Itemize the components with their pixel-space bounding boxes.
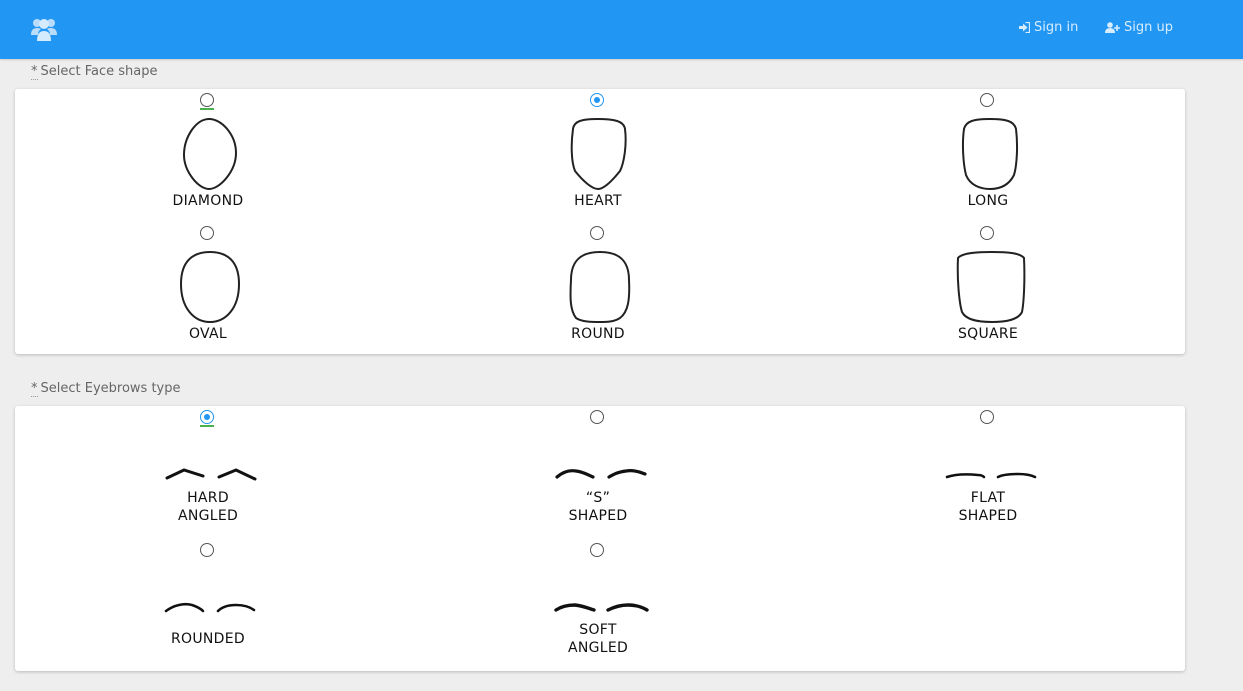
radio-heart[interactable]	[590, 93, 604, 107]
option-label-line1: ROUNDED	[171, 631, 245, 647]
option-label: DIAMOND	[172, 193, 244, 209]
face-option-long[interactable]: LONG	[888, 90, 1088, 210]
eyebrows-type-panel: HARD ANGLED “S” SHAPED FLAT SHAPED ROUND…	[15, 406, 1185, 671]
radio-round[interactable]	[590, 226, 604, 240]
option-label: LONG	[967, 193, 1009, 209]
eyebrow-option-hard-angled[interactable]: HARD ANGLED	[108, 407, 308, 527]
sign-in-icon	[1019, 22, 1030, 33]
option-label-line2: SHAPED	[958, 508, 1018, 524]
face-option-diamond[interactable]: DIAMOND	[108, 90, 308, 210]
square-face-icon	[956, 250, 1026, 324]
sign-in-label: Sign in	[1034, 20, 1079, 35]
option-label-line1: HARD	[187, 490, 229, 506]
eyebrow-option-s-shaped[interactable]: “S” SHAPED	[498, 407, 698, 527]
face-shape-panel: DIAMOND HEART LONG OVAL ROUND SQUARE	[15, 89, 1185, 354]
eyebrows-type-label: * Select Eyebrows type	[31, 381, 181, 397]
radio-s-shaped[interactable]	[590, 410, 604, 424]
face-shape-label: * Select Face shape	[31, 64, 158, 80]
user-plus-icon	[1105, 22, 1120, 33]
oval-face-icon	[179, 250, 241, 324]
sign-up-label: Sign up	[1124, 20, 1173, 35]
face-option-square[interactable]: SQUARE	[888, 223, 1088, 343]
radio-oval[interactable]	[200, 226, 214, 240]
required-mark: *	[31, 64, 38, 80]
sign-in-link[interactable]: Sign in	[1019, 20, 1078, 35]
option-label-line2: ANGLED	[567, 640, 629, 656]
option-label-line2: ANGLED	[177, 508, 239, 524]
eyebrow-option-rounded[interactable]: ROUNDED	[108, 540, 308, 660]
face-option-heart[interactable]: HEART	[498, 90, 698, 210]
radio-long[interactable]	[980, 93, 994, 107]
eyebrow-option-flat-shaped[interactable]: FLAT SHAPED	[888, 407, 1088, 527]
option-label: ROUND	[571, 326, 625, 342]
face-shape-label-text: Select Face shape	[40, 64, 158, 79]
radio-diamond[interactable]	[200, 93, 214, 110]
round-face-icon	[569, 250, 631, 323]
sign-up-link[interactable]: Sign up	[1105, 20, 1173, 35]
option-label-line1: “S”	[585, 490, 611, 506]
heart-face-icon	[570, 117, 627, 191]
radio-soft-angled[interactable]	[590, 543, 604, 557]
top-navbar: Sign in Sign up	[0, 0, 1243, 59]
eyebrows-type-label-text: Select Eyebrows type	[40, 381, 181, 396]
users-icon[interactable]	[30, 16, 58, 42]
eyebrow-option-soft-angled[interactable]: SOFT ANGLED	[498, 540, 698, 660]
radio-rounded[interactable]	[200, 543, 214, 557]
long-face-icon	[961, 117, 1019, 191]
option-label-line2: SHAPED	[568, 508, 628, 524]
radio-square[interactable]	[980, 226, 994, 240]
radio-hard-angled[interactable]	[200, 410, 214, 427]
option-label: SQUARE	[957, 326, 1019, 342]
option-label: HEART	[574, 193, 622, 209]
option-label-line1: FLAT	[970, 490, 1006, 506]
option-label: OVAL	[188, 326, 228, 342]
face-option-oval[interactable]: OVAL	[108, 223, 308, 343]
diamond-face-icon	[182, 117, 238, 191]
required-mark: *	[31, 381, 38, 397]
face-option-round[interactable]: ROUND	[498, 223, 698, 343]
radio-flat-shaped[interactable]	[980, 410, 994, 424]
option-label-line1: SOFT	[579, 622, 617, 638]
